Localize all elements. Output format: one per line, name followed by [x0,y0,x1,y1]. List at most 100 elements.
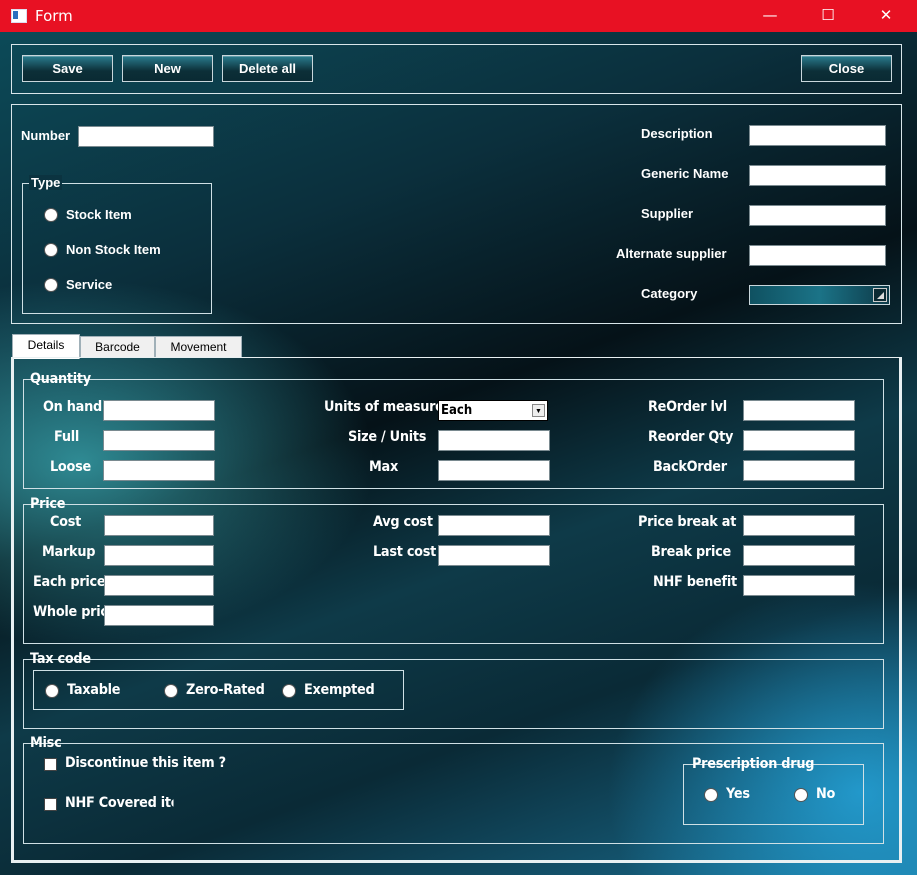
price-break-at-input[interactable] [743,515,855,536]
exempted-label: Exempted [304,682,375,698]
type-legend: Type [29,175,63,190]
non-stock-item-radio[interactable] [44,243,58,257]
full-input[interactable] [103,430,215,451]
service-label: Service [66,277,113,292]
close-button[interactable]: Close [801,55,892,82]
details-tab-page: Quantity On hand Full Loose Units of mea… [11,357,902,863]
on-hand-input[interactable] [103,400,215,421]
prescription-yes-label: Yes [726,786,750,802]
alternate-supplier-label: Alternate supplier [616,246,727,261]
non-stock-item-label: Non Stock Item [66,242,161,257]
discontinue-label: Discontinue this item ? [65,755,226,771]
avg-cost-label: Avg cost [373,514,433,530]
price-legend: Price [30,496,66,512]
exempted-radio[interactable] [282,684,296,698]
description-input[interactable] [749,125,886,146]
each-price-input[interactable] [104,575,214,596]
cost-input[interactable] [104,515,214,536]
quantity-legend: Quantity [30,371,91,387]
whole-price-input[interactable] [104,605,214,626]
reorder-qty-label: Reorder Qty [648,429,734,445]
category-label: Category [641,286,698,301]
prescription-no-label: No [816,786,836,802]
units-of-measure-select[interactable]: Each ▼ [438,400,548,421]
number-label: Number [21,128,71,143]
markup-label: Markup [42,544,96,560]
header-panel: Number Type Stock Item Non Stock Item Se… [11,104,902,324]
nhf-benefit-label: NHF benefit [653,574,737,590]
supplier-input[interactable] [749,205,886,226]
chevron-down-icon[interactable]: ▼ [532,404,545,417]
tab-details[interactable]: Details [12,334,80,359]
break-price-input[interactable] [743,545,855,566]
full-label: Full [54,429,80,445]
break-price-label: Break price [651,544,731,560]
generic-name-input[interactable] [749,165,886,186]
toolbar-panel: Save New Delete all Close [11,44,902,94]
price-break-at-label: Price break at [638,514,737,530]
backorder-input[interactable] [743,460,855,481]
zero-rated-radio[interactable] [164,684,178,698]
taxable-radio[interactable] [45,684,59,698]
title-bar: Form — ☐ ✕ [0,0,917,32]
minimize-button[interactable]: — [741,0,799,32]
nhf-covered-checkbox[interactable] [44,798,57,811]
nhf-benefit-input[interactable] [743,575,855,596]
loose-input[interactable] [103,460,215,481]
size-units-label: Size / Units [348,429,427,445]
stock-item-radio[interactable] [44,208,58,222]
misc-group: Misc Discontinue this item ? NHF Covered… [23,735,884,844]
alternate-supplier-input[interactable] [749,245,886,266]
price-group: Price Cost Markup Each price Whole price… [23,496,884,644]
max-input[interactable] [438,460,550,481]
description-label: Description [641,126,713,141]
save-button[interactable]: Save [22,55,113,82]
service-radio[interactable] [44,278,58,292]
maximize-button[interactable]: ☐ [799,0,857,32]
max-label: Max [369,459,398,475]
type-group: Type Stock Item Non Stock Item Service [22,175,212,314]
supplier-label: Supplier [641,206,694,221]
prescription-drug-legend: Prescription drug [692,756,815,772]
taxable-label: Taxable [67,682,121,698]
loose-label: Loose [50,459,91,475]
markup-input[interactable] [104,545,214,566]
tax-options-box: Taxable Zero-Rated Exempted [33,670,404,710]
prescription-no-radio[interactable] [794,788,808,802]
new-button[interactable]: New [122,55,213,82]
generic-name-label: Generic Name [641,166,729,181]
prescription-drug-group: Prescription drug Yes No [683,756,864,825]
last-cost-input[interactable] [438,545,550,566]
tab-barcode[interactable]: Barcode [80,336,155,358]
reorder-lvl-input[interactable] [743,400,855,421]
on-hand-label: On hand [43,399,102,415]
prescription-yes-radio[interactable] [704,788,718,802]
units-of-measure-label: Units of measure [324,399,444,415]
zero-rated-label: Zero-Rated [186,682,265,698]
reorder-qty-input[interactable] [743,430,855,451]
avg-cost-input[interactable] [438,515,550,536]
misc-legend: Misc [30,735,62,751]
cost-label: Cost [50,514,82,530]
last-cost-label: Last cost [373,544,437,560]
size-units-input[interactable] [438,430,550,451]
quantity-group: Quantity On hand Full Loose Units of mea… [23,371,884,489]
backorder-label: BackOrder [653,459,727,475]
units-of-measure-value: Each [441,403,473,418]
tax-code-legend: Tax code [30,651,91,667]
window-title: Form [35,7,73,25]
nhf-covered-label: NHF Covered item [65,795,174,811]
tab-movement[interactable]: Movement [155,336,242,358]
tax-code-group: Tax code Taxable Zero-Rated Exempted [23,651,884,729]
stock-item-label: Stock Item [66,207,132,222]
delete-all-button[interactable]: Delete all [222,55,313,82]
app-icon [11,9,27,23]
category-dropdown[interactable] [749,285,890,305]
chevron-down-icon[interactable] [873,288,887,302]
discontinue-checkbox[interactable] [44,758,57,771]
form-content: Save New Delete all Close Number Type St… [0,32,917,875]
each-price-label: Each price [33,574,106,590]
number-input[interactable] [78,126,214,147]
close-window-button[interactable]: ✕ [857,0,915,32]
reorder-lvl-label: ReOrder lvl [648,399,727,415]
